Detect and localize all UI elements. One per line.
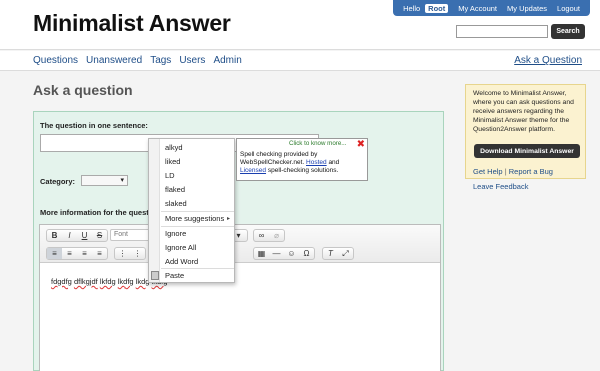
italic-icon[interactable]: I	[62, 230, 77, 241]
special-char-icon[interactable]: Ω	[299, 248, 314, 259]
insert-group: ▦ — ☺ Ω	[253, 247, 315, 260]
page-title: Ask a question	[33, 82, 133, 98]
and-text: and	[328, 159, 340, 166]
menu-divider	[161, 211, 234, 212]
licensed-link[interactable]: Licensed	[240, 167, 266, 174]
main-nav: Questions Unanswered Tags Users Admin As…	[0, 51, 600, 71]
align-group: ≡ ≡ ≡ ≡	[46, 247, 108, 260]
site-title[interactable]: Minimalist Answer	[33, 10, 231, 37]
info-line-1: Spell checking provided by	[240, 151, 318, 158]
align-center-icon[interactable]: ≡	[62, 248, 77, 259]
my-account-link[interactable]: My Account	[453, 4, 502, 13]
hello-text: Hello	[403, 3, 421, 13]
numbered-list-icon[interactable]: ⋮	[115, 248, 130, 259]
unlink-icon[interactable]: ⌀	[269, 230, 284, 241]
user-bar: Hello Root My Account My Updates Logout	[393, 0, 590, 16]
know-more-link[interactable]: Click to know more...	[289, 140, 346, 147]
editor-word: dflkgjdf	[73, 277, 98, 286]
nav-admin[interactable]: Admin	[213, 55, 241, 66]
tools-group: T ⤢	[322, 247, 354, 260]
remove-format-icon[interactable]: T	[323, 248, 338, 259]
spellcheck-context-menu: alkyd liked LD flaked slaked More sugges…	[148, 138, 235, 283]
horizontal-rule-icon[interactable]: —	[269, 248, 284, 259]
leave-feedback-link[interactable]: Leave Feedback	[473, 182, 528, 191]
category-select[interactable]: ▾	[81, 175, 128, 186]
header: Minimalist Answer Hello Root My Account …	[0, 0, 600, 50]
table-icon[interactable]: ▦	[254, 248, 269, 259]
add-word-item[interactable]: Add Word	[165, 257, 198, 266]
ignore-item[interactable]: Ignore	[165, 229, 186, 238]
smiley-icon[interactable]: ☺	[284, 248, 299, 259]
download-button[interactable]: Download Minimalist Answer	[474, 144, 580, 158]
suggestion-item[interactable]: liked	[165, 157, 180, 166]
close-icon[interactable]: ✖	[357, 140, 365, 150]
suggestion-item[interactable]: flaked	[165, 185, 185, 194]
suggestion-item[interactable]: alkyd	[165, 143, 183, 152]
nav-users[interactable]: Users	[179, 55, 205, 66]
search-input[interactable]	[456, 25, 548, 38]
editor-toolbar: B I U S Font ▾ ∞ ⌀ ≡ ≡ ≡ ≡ ⋮ ⋮ ▦ — ☺ Ω T…	[40, 225, 440, 263]
bold-icon[interactable]: B	[47, 230, 62, 241]
strikethrough-icon[interactable]: S	[92, 230, 107, 241]
username-link[interactable]: Root	[425, 3, 449, 13]
category-label: Category:	[40, 177, 76, 186]
link-separator: |	[504, 167, 507, 176]
more-suggestions-item[interactable]: More suggestions	[165, 214, 224, 223]
editor-word: lkdfg	[117, 277, 134, 286]
suggestion-item[interactable]: slaked	[165, 199, 187, 208]
question-label: The question in one sentence:	[40, 121, 148, 130]
nav-questions[interactable]: Questions	[33, 55, 78, 66]
welcome-text: Welcome to Minimalist Answer, where you …	[473, 90, 574, 133]
menu-divider	[161, 268, 234, 269]
hosted-link[interactable]: Hosted	[306, 159, 327, 166]
ask-question-link[interactable]: Ask a Question	[514, 55, 582, 66]
search-button[interactable]: Search	[551, 24, 585, 39]
link-icon[interactable]: ∞	[254, 230, 269, 241]
chevron-down-icon: ▾	[120, 177, 124, 184]
ignore-all-item[interactable]: Ignore All	[165, 243, 196, 252]
underline-icon[interactable]: U	[77, 230, 92, 241]
more-info-label: More information for the question:	[40, 208, 163, 217]
spellcheck-info-text: Spell checking provided by WebSpellCheck…	[240, 151, 366, 175]
nav-unanswered[interactable]: Unanswered	[86, 55, 142, 66]
align-left-icon[interactable]: ≡	[47, 248, 62, 259]
spellcheck-info-popup: Click to know more... ✖ Spell checking p…	[236, 138, 368, 181]
logout-link[interactable]: Logout	[552, 4, 585, 13]
menu-gutter	[149, 139, 160, 282]
welcome-sidebar: Welcome to Minimalist Answer, where you …	[465, 84, 586, 179]
rich-text-editor: B I U S Font ▾ ∞ ⌀ ≡ ≡ ≡ ≡ ⋮ ⋮ ▦ — ☺ Ω T…	[39, 224, 441, 371]
menu-divider	[161, 226, 234, 227]
paste-icon	[151, 271, 159, 280]
help-links: Get Help | Report a Bug	[473, 167, 553, 176]
bulleted-list-icon[interactable]: ⋮	[130, 248, 145, 259]
list-group: ⋮ ⋮	[114, 247, 146, 260]
editor-word: lkfdg	[99, 277, 116, 286]
basic-style-group: B I U S	[46, 229, 108, 242]
my-updates-link[interactable]: My Updates	[502, 4, 552, 13]
submenu-arrow-icon: ▸	[226, 216, 230, 222]
editor-word: fdgdfg	[51, 277, 72, 286]
info-line-3: spell-checking solutions.	[267, 167, 339, 174]
maximize-icon[interactable]: ⤢	[338, 248, 353, 259]
info-line-2: WebSpellChecker.net.	[240, 159, 305, 166]
align-right-icon[interactable]: ≡	[77, 248, 92, 259]
paste-item[interactable]: Paste	[165, 271, 184, 280]
link-group: ∞ ⌀	[253, 229, 285, 242]
suggestion-item[interactable]: LD	[165, 171, 175, 180]
get-help-link[interactable]: Get Help	[473, 167, 503, 176]
align-justify-icon[interactable]: ≡	[92, 248, 107, 259]
report-bug-link[interactable]: Report a Bug	[509, 167, 553, 176]
nav-tags[interactable]: Tags	[150, 55, 171, 66]
